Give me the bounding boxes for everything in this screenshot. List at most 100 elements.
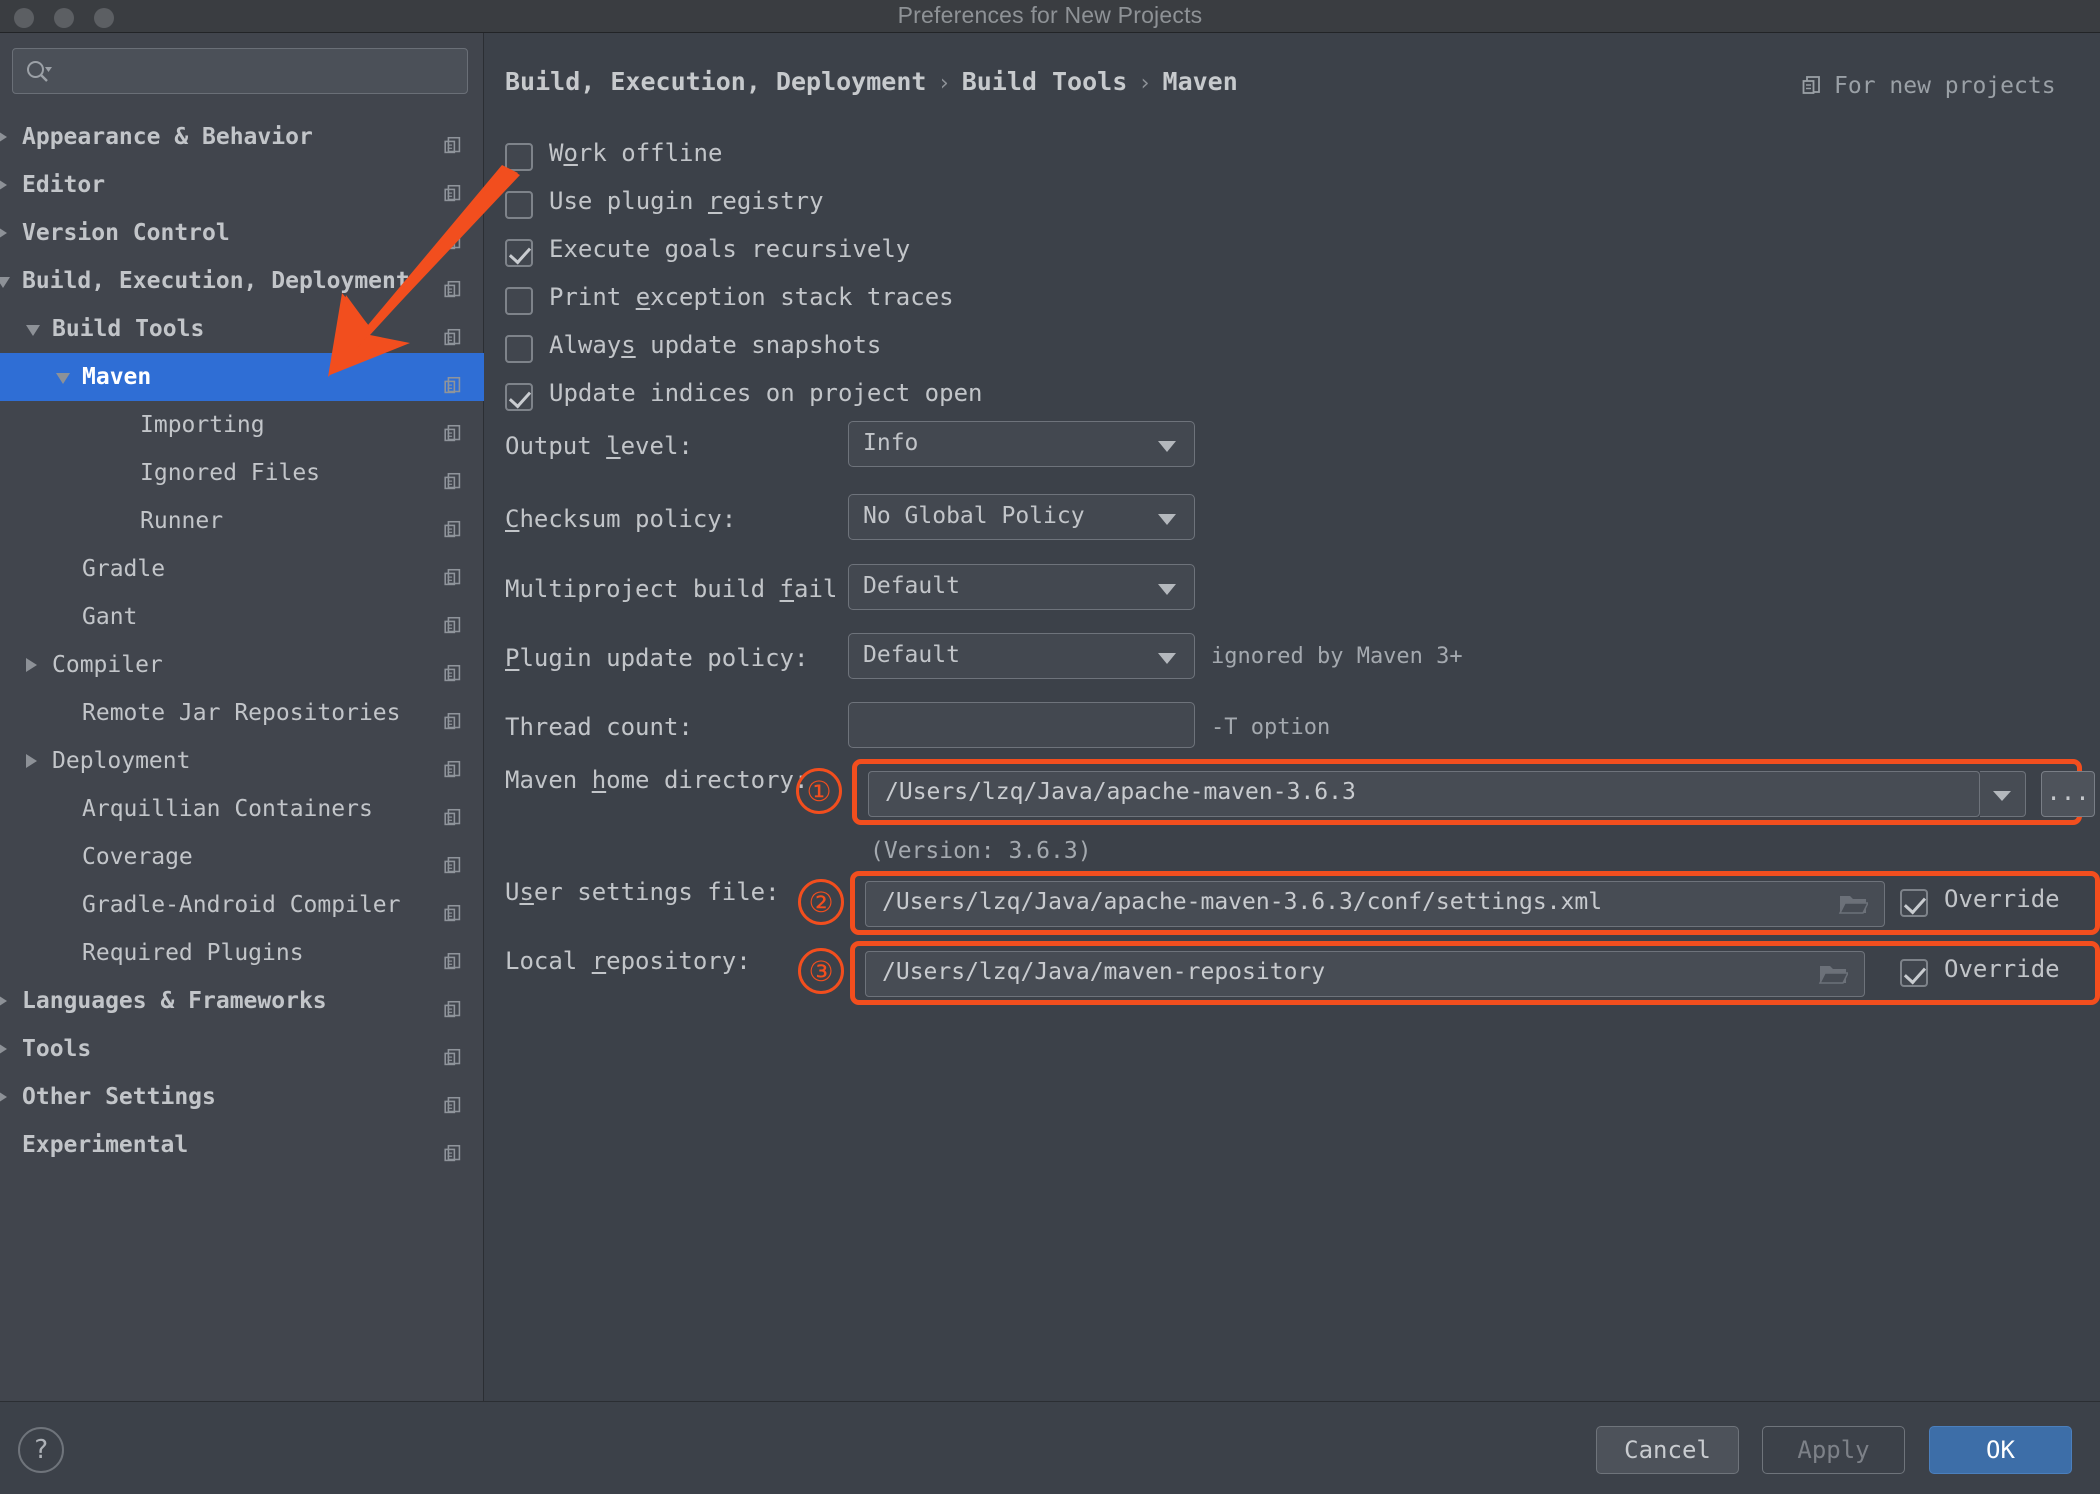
sidebar-item-coverage[interactable]: Coverage [0, 833, 484, 881]
ok-button[interactable]: OK [1929, 1426, 2072, 1474]
local-repo-override-checkbox[interactable] [1900, 959, 1928, 987]
sidebar-item-experimental[interactable]: Experimental [0, 1121, 484, 1169]
sidebar-item-version-control[interactable]: Version Control [0, 209, 484, 257]
sidebar-item-gradle[interactable]: Gradle [0, 545, 484, 593]
copy-icon[interactable] [442, 1134, 464, 1156]
sidebar-item-gradle-android-compiler[interactable]: Gradle-Android Compiler [0, 881, 484, 929]
breadcrumb-separator-icon: › [926, 71, 961, 96]
copy-icon[interactable] [442, 654, 464, 676]
checkbox-execute-goals-recursively[interactable] [505, 239, 533, 267]
multiproject-policy-select[interactable]: Default [848, 564, 1195, 610]
chevron-right-icon[interactable] [0, 1090, 7, 1104]
copy-icon[interactable] [442, 798, 464, 820]
sidebar-item-label: Ignored Files [140, 449, 320, 497]
copy-icon[interactable] [442, 990, 464, 1012]
sidebar-item-runner[interactable]: Runner [0, 497, 484, 545]
user-settings-value: /Users/lzq/Java/apache-maven-3.6.3/conf/… [882, 889, 1602, 915]
output-level-select[interactable]: Info [848, 421, 1195, 467]
chevron-down-icon [1158, 441, 1176, 452]
chevron-down-icon[interactable] [0, 277, 10, 288]
sidebar-item-build-execution-deployment[interactable]: Build, Execution, Deployment [0, 257, 484, 305]
chevron-right-icon[interactable] [0, 1042, 7, 1056]
copy-icon[interactable] [442, 1038, 464, 1060]
sidebar-item-deployment[interactable]: Deployment [0, 737, 484, 785]
maven-home-dropdown-button[interactable] [1980, 771, 2026, 817]
checkbox-update-indices-on-project-open[interactable] [505, 383, 533, 411]
copy-icon[interactable] [442, 366, 464, 388]
sidebar-item-build-tools[interactable]: Build Tools [0, 305, 484, 353]
sidebar-item-appearance-behavior[interactable]: Appearance & Behavior [0, 113, 484, 161]
copy-icon[interactable] [442, 606, 464, 628]
chevron-down-icon[interactable] [56, 373, 70, 384]
sidebar-item-ignored-files[interactable]: Ignored Files [0, 449, 484, 497]
sidebar-item-required-plugins[interactable]: Required Plugins [0, 929, 484, 977]
user-settings-override-checkbox[interactable] [1900, 889, 1928, 917]
chevron-right-icon[interactable] [0, 994, 7, 1008]
sidebar-item-editor[interactable]: Editor [0, 161, 484, 209]
sidebar-item-gant[interactable]: Gant [0, 593, 484, 641]
copy-icon[interactable] [442, 222, 464, 244]
chevron-right-icon[interactable] [26, 754, 37, 768]
checkbox-print-exception-stack-traces[interactable] [505, 287, 533, 315]
chevron-down-icon [1158, 584, 1176, 595]
copy-icon[interactable] [442, 414, 464, 436]
user-settings-input[interactable]: /Users/lzq/Java/apache-maven-3.6.3/conf/… [865, 881, 1885, 927]
plugin-update-policy-hint: ignored by Maven 3+ [1211, 644, 1463, 669]
checkbox-work-offline[interactable] [505, 143, 533, 171]
sidebar-item-remote-jar-repositories[interactable]: Remote Jar Repositories [0, 689, 484, 737]
copy-icon[interactable] [442, 510, 464, 532]
copy-icon[interactable] [442, 750, 464, 772]
breadcrumb-item-0[interactable]: Build, Execution, Deployment [505, 67, 926, 96]
checkbox-use-plugin-registry[interactable] [505, 191, 533, 219]
sidebar-item-compiler[interactable]: Compiler [0, 641, 484, 689]
copy-icon[interactable] [442, 702, 464, 724]
checksum-policy-select[interactable]: No Global Policy [848, 494, 1195, 540]
maven-home-label: Maven home directory: [505, 766, 808, 794]
local-repo-input[interactable]: /Users/lzq/Java/maven-repository [865, 951, 1865, 997]
sidebar-item-tools[interactable]: Tools [0, 1025, 484, 1073]
folder-icon[interactable] [1838, 891, 1868, 917]
copy-icon[interactable] [442, 894, 464, 916]
sidebar-item-importing[interactable]: Importing [0, 401, 484, 449]
chevron-right-icon[interactable] [0, 178, 7, 192]
folder-icon[interactable] [1818, 961, 1848, 987]
maven-home-browse-button[interactable]: ... [2041, 771, 2095, 817]
copy-icon[interactable] [442, 270, 464, 292]
chevron-right-icon[interactable] [0, 226, 7, 240]
chevron-down-icon[interactable] [26, 325, 40, 336]
copy-icon[interactable] [442, 126, 464, 148]
copy-icon[interactable] [442, 558, 464, 580]
sidebar-item-label: Coverage [82, 833, 193, 881]
sidebar-item-maven[interactable]: Maven [0, 353, 484, 401]
sidebar-item-label: Build, Execution, Deployment [22, 257, 410, 305]
copy-icon[interactable] [442, 942, 464, 964]
chevron-right-icon[interactable] [0, 130, 7, 144]
thread-count-input[interactable] [848, 702, 1195, 748]
output-level-label-text: Output level: [505, 432, 693, 460]
sidebar-item-arquillian-containers[interactable]: Arquillian Containers [0, 785, 484, 833]
help-button[interactable]: ? [18, 1427, 64, 1473]
copy-icon[interactable] [442, 318, 464, 340]
checkbox-label: Work offline [549, 139, 722, 167]
sidebar-item-label: Required Plugins [82, 929, 304, 977]
copy-icon[interactable] [442, 462, 464, 484]
checkbox-always-update-snapshots[interactable] [505, 335, 533, 363]
window-titlebar: Preferences for New Projects [0, 0, 2100, 33]
apply-button[interactable]: Apply [1762, 1426, 1905, 1474]
breadcrumb-item-2[interactable]: Maven [1163, 67, 1238, 96]
sidebar-item-label: Version Control [22, 209, 230, 257]
cancel-button[interactable]: Cancel [1596, 1426, 1739, 1474]
search-input[interactable] [12, 48, 468, 94]
sidebar-item-languages-frameworks[interactable]: Languages & Frameworks [0, 977, 484, 1025]
sidebar-search[interactable] [12, 48, 468, 94]
copy-icon[interactable] [442, 1086, 464, 1108]
maven-home-input[interactable]: /Users/lzq/Java/apache-maven-3.6.3 [868, 771, 1980, 817]
scope-indicator[interactable]: For new projects [1800, 73, 2056, 103]
chevron-right-icon[interactable] [26, 658, 37, 672]
breadcrumb-item-1[interactable]: Build Tools [962, 67, 1128, 96]
sidebar-item-other-settings[interactable]: Other Settings [0, 1073, 484, 1121]
copy-icon[interactable] [442, 846, 464, 868]
sidebar-item-label: Build Tools [52, 305, 204, 353]
plugin-update-policy-select[interactable]: Default [848, 633, 1195, 679]
copy-icon[interactable] [442, 174, 464, 196]
